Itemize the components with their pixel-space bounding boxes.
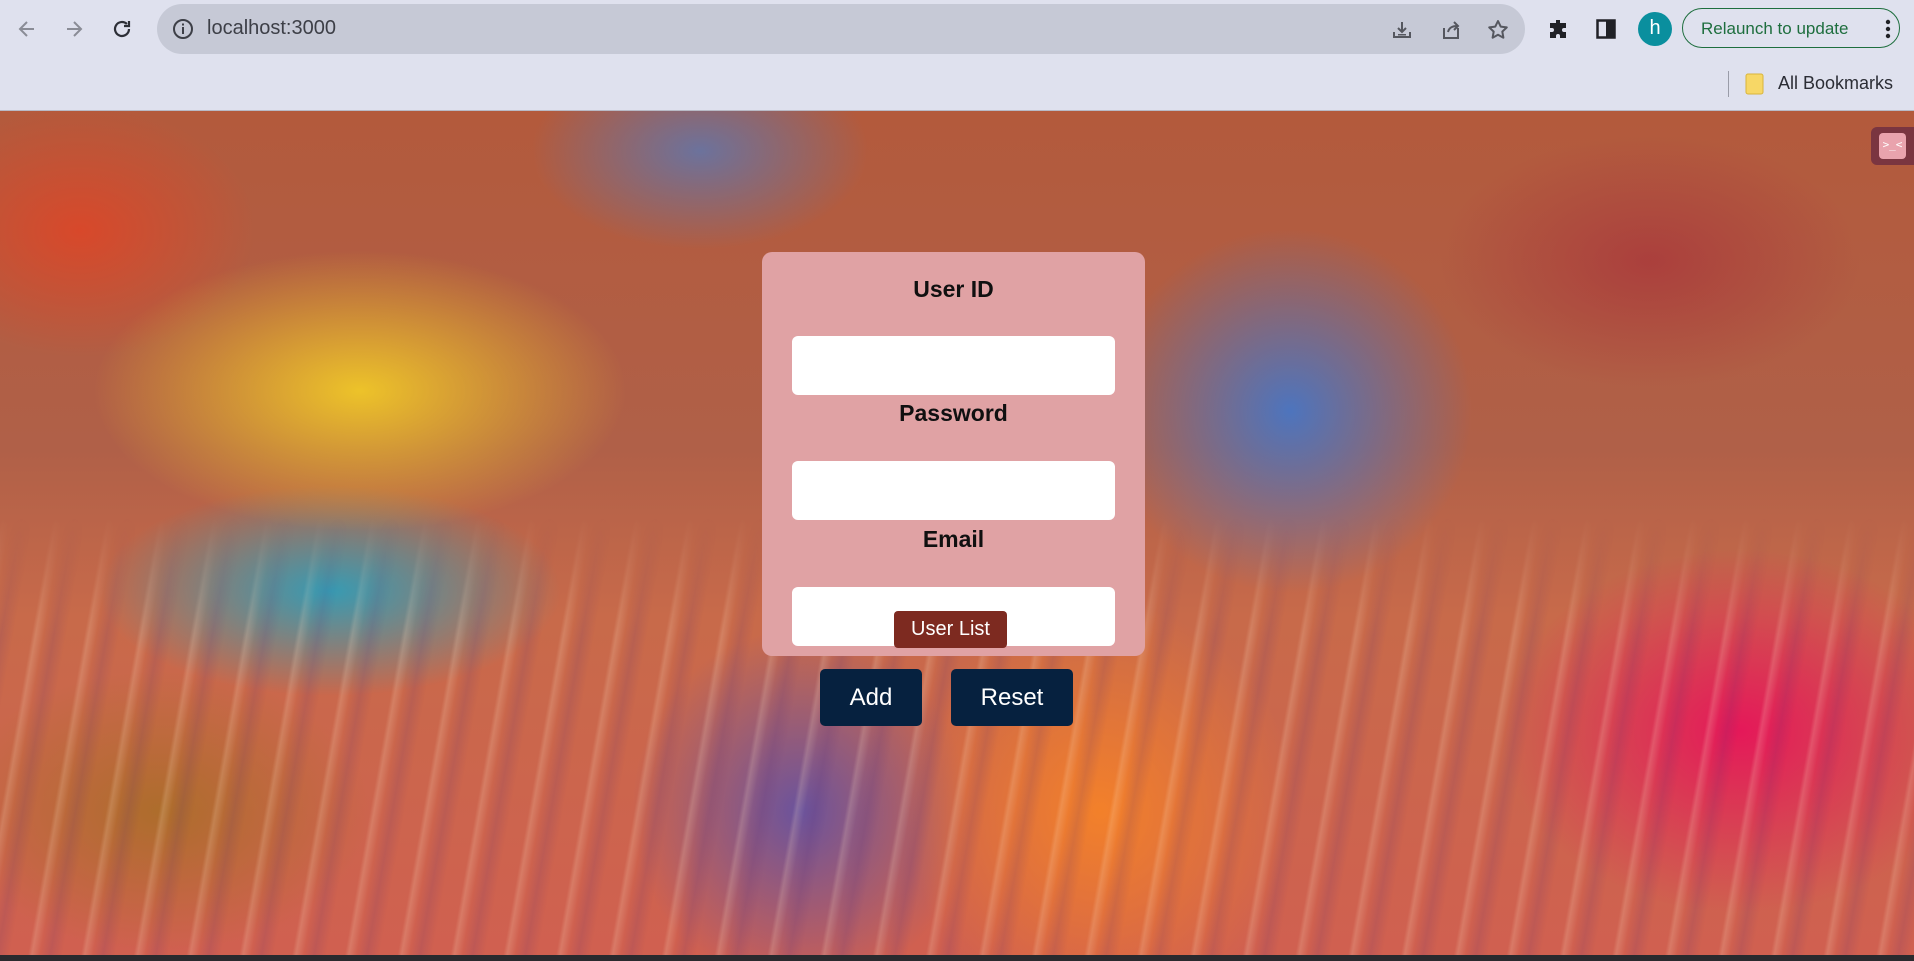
password-input[interactable]: [792, 461, 1115, 520]
relaunch-label: Relaunch to update: [1701, 19, 1849, 38]
page-background: >_< User ID Password Email Add Reset Use…: [0, 111, 1914, 955]
kebab-menu-icon[interactable]: [1885, 19, 1891, 39]
user-id-label: User ID: [913, 276, 994, 302]
profile-avatar[interactable]: h: [1638, 12, 1672, 46]
all-bookmarks-link[interactable]: All Bookmarks: [1778, 73, 1893, 94]
back-button[interactable]: [10, 12, 44, 46]
password-label: Password: [899, 400, 1008, 426]
extension-badge-glyph: >_<: [1879, 133, 1906, 159]
reload-icon: [113, 20, 131, 38]
back-arrow-icon: [18, 21, 34, 37]
bookmarks-bar: All Bookmarks: [0, 60, 1914, 112]
extensions-icon[interactable]: [1544, 14, 1574, 44]
bookmarks-divider: [1728, 71, 1729, 97]
add-button[interactable]: Add: [820, 669, 922, 726]
reload-button[interactable]: [105, 12, 139, 46]
side-panel-icon[interactable]: [1591, 14, 1621, 44]
address-bar[interactable]: localhost:3000: [157, 4, 1525, 54]
forward-button[interactable]: [57, 12, 91, 46]
extension-badge[interactable]: >_<: [1871, 127, 1914, 165]
reset-button[interactable]: Reset: [951, 669, 1073, 726]
user-id-input[interactable]: [792, 336, 1115, 395]
user-form-card: User ID Password Email Add Reset: [762, 252, 1145, 726]
forward-arrow-icon: [67, 21, 83, 37]
site-info-icon[interactable]: [171, 17, 195, 46]
user-list-button[interactable]: User List: [894, 611, 1007, 648]
share-icon[interactable]: [1438, 17, 1464, 43]
taskbar-edge: [0, 955, 1914, 961]
browser-toolbar: localhost:3000 h Relaunch to update: [0, 0, 1914, 60]
relaunch-to-update-button[interactable]: Relaunch to update: [1682, 8, 1900, 48]
bookmark-folder-icon[interactable]: [1744, 72, 1766, 96]
email-label: Email: [922, 526, 985, 552]
star-icon[interactable]: [1485, 17, 1511, 43]
install-app-icon[interactable]: [1389, 17, 1415, 43]
address-bar-url[interactable]: localhost:3000: [207, 17, 336, 40]
